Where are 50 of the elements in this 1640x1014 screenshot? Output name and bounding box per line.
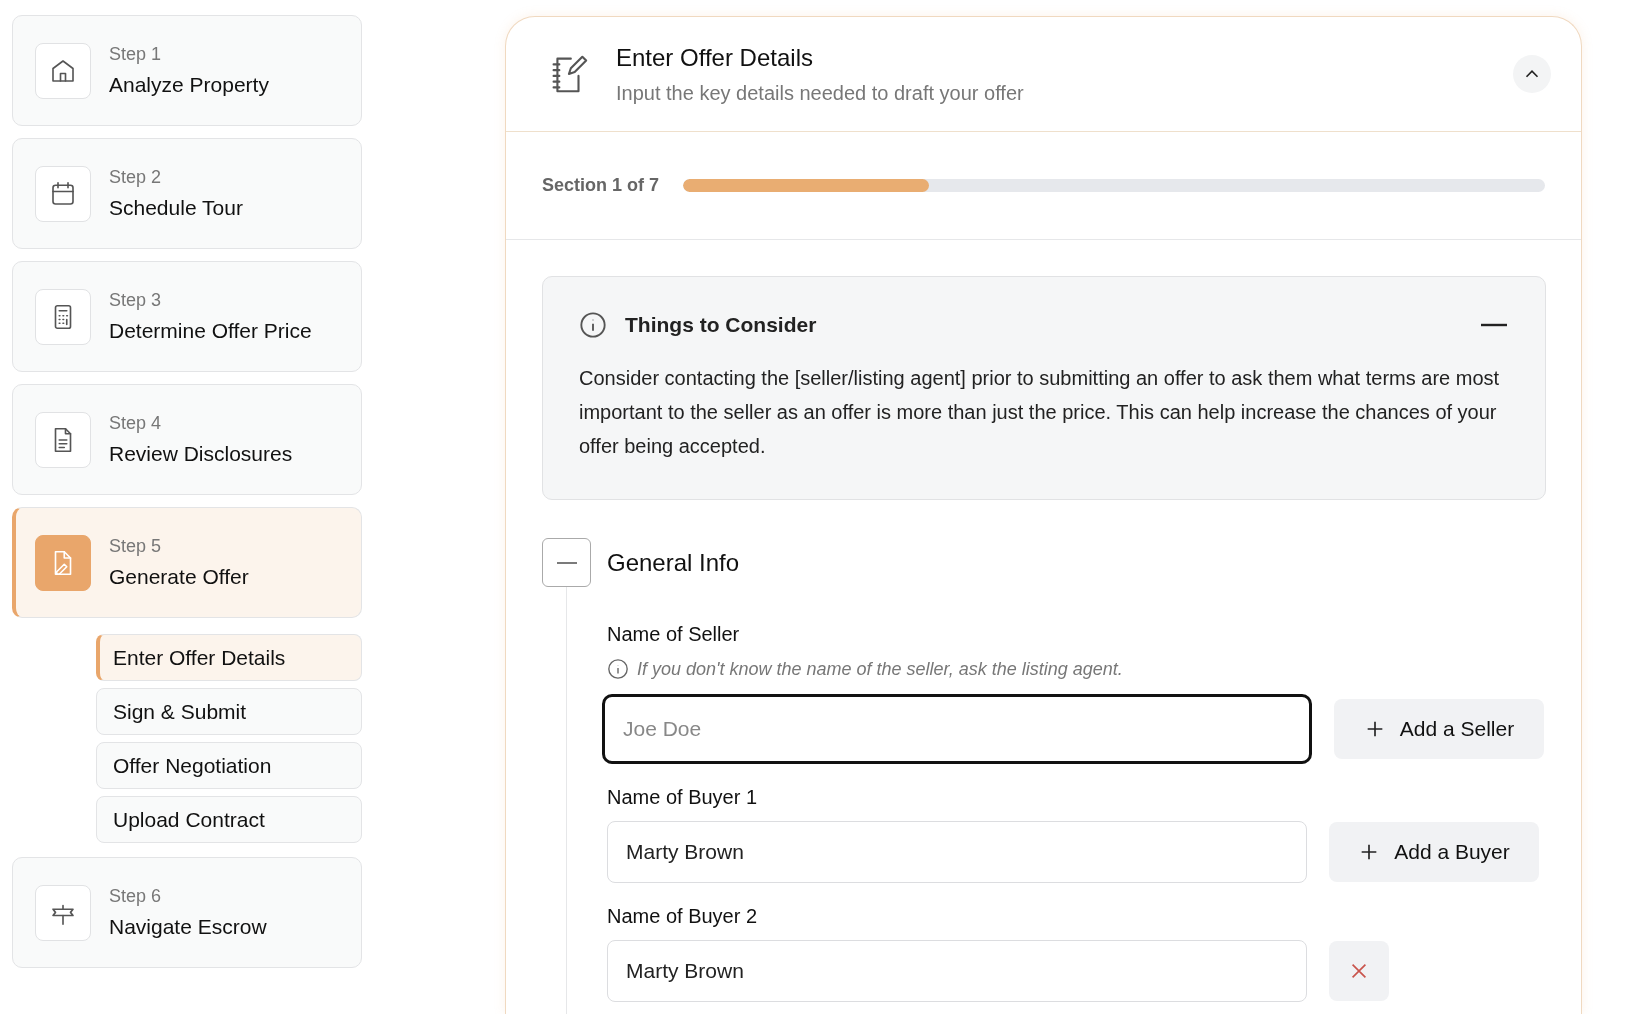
signpost-icon <box>35 884 91 941</box>
progress-label: Section 1 of 7 <box>542 175 660 196</box>
step-number: Step 1 <box>109 44 163 65</box>
panel-subtitle: Input the key details needed to draft your offer <box>616 81 1025 105</box>
input-field[interactable]: Marty Brown <box>607 940 1307 1002</box>
step-title: Analyze Property <box>109 73 269 97</box>
step-title: Determine Offer Price <box>109 319 312 343</box>
substep-item[interactable]: Sign & Submit <box>96 688 362 735</box>
step-number: Step 3 <box>109 290 163 311</box>
step-title: Navigate Escrow <box>109 915 267 939</box>
step-title: Review Disclosures <box>109 442 293 466</box>
step-number: Step 4 <box>109 413 163 434</box>
calculator-icon <box>35 288 91 345</box>
house-icon <box>35 42 91 99</box>
input-field[interactable]: Marty Brown <box>607 821 1307 883</box>
minus-icon <box>556 561 577 564</box>
step-title: Schedule Tour <box>109 196 243 220</box>
substep-item[interactable]: Upload Contract <box>96 796 362 843</box>
step-number: Step 2 <box>109 167 163 188</box>
notice-title: Things to Consider <box>625 313 818 337</box>
notice-text: Consider contacting the [seller/listing agent] prior to submitting an offer to ask them what terms are most important to the seller as an offer is more than just the price. This can help increase the chances of your offer being accepted. <box>579 366 1501 459</box>
step-card[interactable]: Step 6 Navigate Escrow <box>12 857 362 968</box>
pen-document-icon <box>35 534 91 591</box>
hint-text: If you don't know the name of the seller, ask the listing agent. <box>637 658 1123 680</box>
substep-item[interactable]: Enter Offer Details <box>96 634 362 681</box>
minus-icon <box>1481 323 1507 327</box>
field-label: Name of Buyer 1 <box>607 786 759 809</box>
panel-title: Enter Offer Details <box>616 43 814 72</box>
collapse-button[interactable] <box>1513 55 1551 93</box>
step-card[interactable]: Step 5 Generate Offer <box>12 507 362 618</box>
substep-item[interactable]: Offer Negotiation <box>96 742 362 789</box>
step-number: Step 5 <box>109 536 163 557</box>
step-card[interactable]: Step 3 Determine Offer Price <box>12 261 362 372</box>
document-icon <box>35 411 91 468</box>
step-title: Generate Offer <box>109 565 249 589</box>
section-title: General Info <box>607 548 740 577</box>
step-card[interactable]: Step 4 Review Disclosures <box>12 384 362 495</box>
add-button[interactable]: Add a Seller <box>1334 699 1544 759</box>
field-label: Name of Seller <box>607 623 741 646</box>
step-number: Step 6 <box>109 886 163 907</box>
input-field[interactable]: Joe Doe <box>602 694 1312 764</box>
calendar-icon <box>35 165 91 222</box>
field-label: Name of Buyer 2 <box>607 905 759 928</box>
section-toggle-button[interactable] <box>542 538 591 587</box>
info-icon <box>607 658 629 680</box>
step-card[interactable]: Step 1 Analyze Property <box>12 15 362 126</box>
add-button[interactable]: Add a Buyer <box>1329 822 1539 882</box>
remove-button[interactable] <box>1329 941 1389 1001</box>
info-icon <box>579 311 607 339</box>
step-card[interactable]: Step 2 Schedule Tour <box>12 138 362 249</box>
